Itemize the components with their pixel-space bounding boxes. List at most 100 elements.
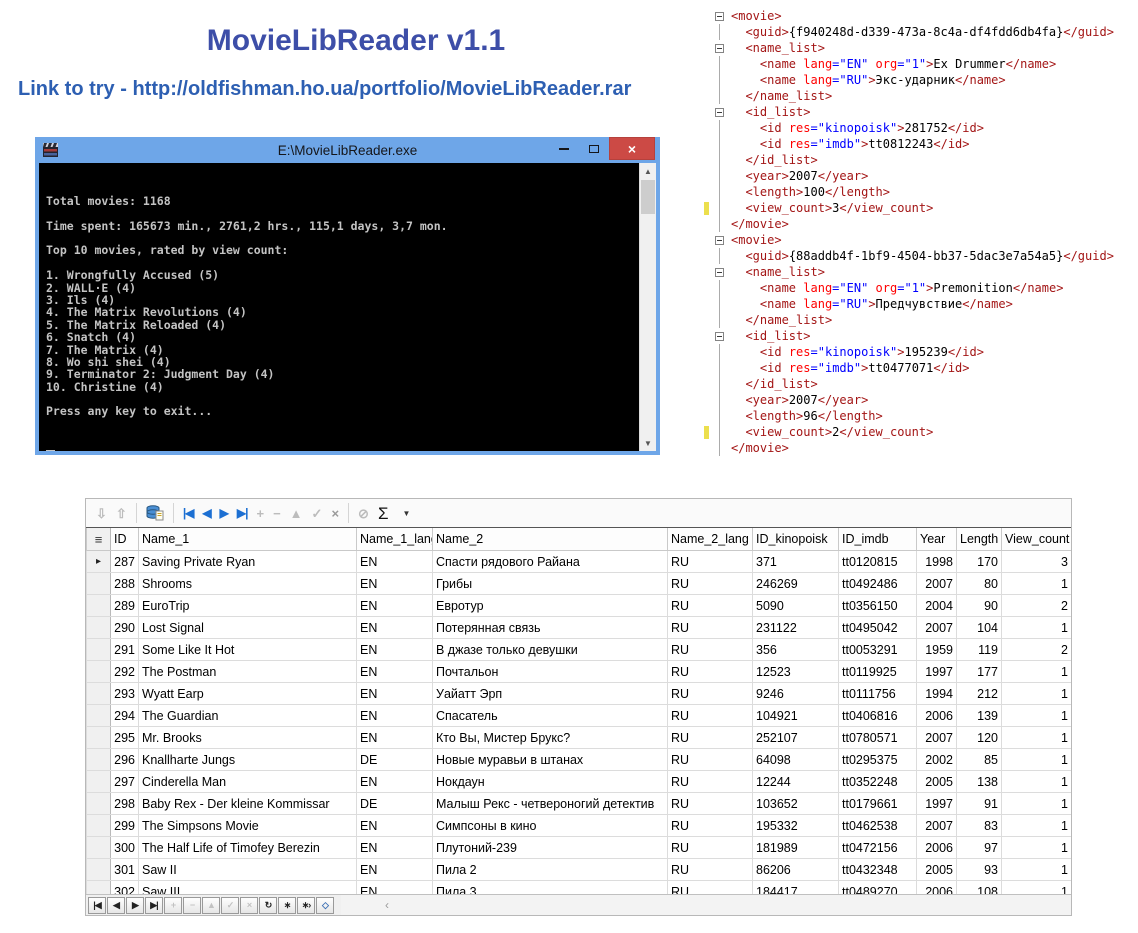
table-cell-name_2_lang[interactable]: RU xyxy=(668,595,753,617)
table-cell-name_2[interactable]: Спасти рядового Райана xyxy=(433,551,668,573)
table-cell-name_2_lang[interactable]: RU xyxy=(668,837,753,859)
table-cell-id_imdb[interactable]: tt0111756 xyxy=(839,683,917,705)
fold-toggle-icon[interactable] xyxy=(712,8,726,24)
download-link[interactable]: Link to try - http://oldfishman.ho.ua/po… xyxy=(0,78,712,101)
table-cell-id_imdb[interactable]: tt0495042 xyxy=(839,617,917,639)
next-record-icon[interactable]: ▶ xyxy=(220,507,228,519)
table-cell-view_count[interactable]: 1 xyxy=(1002,683,1072,705)
table-cell-name_1[interactable]: Saw III xyxy=(139,881,357,895)
table-cell-id_kinopoisk[interactable]: 246269 xyxy=(753,573,839,595)
table-row[interactable]: 302Saw IIIENПила 3RU184417tt048927020061… xyxy=(87,881,1072,895)
table-cell-name_1[interactable]: Saw II xyxy=(139,859,357,881)
table-cell-year[interactable]: 1997 xyxy=(917,661,957,683)
maximize-button[interactable] xyxy=(579,137,609,161)
table-cell-view_count[interactable]: 2 xyxy=(1002,639,1072,661)
bookmark-set-icon[interactable]: ∗ xyxy=(278,897,296,914)
scroll-down-icon[interactable]: ▼ xyxy=(640,435,656,451)
table-cell-view_count[interactable]: 1 xyxy=(1002,705,1072,727)
table-cell-id[interactable]: 294 xyxy=(111,705,139,727)
table-cell-id[interactable]: 290 xyxy=(111,617,139,639)
table-cell-name_1[interactable]: Shrooms xyxy=(139,573,357,595)
table-cell-name_2[interactable]: Спасатель xyxy=(433,705,668,727)
table-cell-name_1[interactable]: Saving Private Ryan xyxy=(139,551,357,573)
table-cell-name_1[interactable]: Baby Rex - Der kleine Kommissar xyxy=(139,793,357,815)
column-header-id_imdb[interactable]: ID_imdb xyxy=(839,528,917,551)
row-indicator-cell[interactable] xyxy=(87,617,111,639)
scrollbar-track[interactable] xyxy=(640,215,656,435)
table-cell-id_kinopoisk[interactable]: 9246 xyxy=(753,683,839,705)
table-cell-name_1_lang[interactable]: EN xyxy=(357,727,433,749)
table-cell-id[interactable]: 293 xyxy=(111,683,139,705)
fold-toggle-icon[interactable] xyxy=(712,104,726,120)
table-cell-name_1[interactable]: Cinderella Man xyxy=(139,771,357,793)
first-record-icon[interactable]: |◀ xyxy=(88,897,106,914)
table-cell-id_kinopoisk[interactable]: 104921 xyxy=(753,705,839,727)
table-cell-name_2[interactable]: Евротур xyxy=(433,595,668,617)
table-cell-name_2[interactable]: В джазе только девушки xyxy=(433,639,668,661)
table-cell-name_2_lang[interactable]: RU xyxy=(668,727,753,749)
table-cell-id[interactable]: 287 xyxy=(111,551,139,573)
table-cell-name_2_lang[interactable]: RU xyxy=(668,573,753,595)
row-indicator-cell[interactable] xyxy=(87,727,111,749)
xml-editor[interactable]: <movie> <guid>{f940248d-d339-473a-8c4a-d… xyxy=(704,8,1138,456)
table-cell-length[interactable]: 177 xyxy=(957,661,1002,683)
table-cell-id[interactable]: 289 xyxy=(111,595,139,617)
table-cell-name_2_lang[interactable]: RU xyxy=(668,617,753,639)
table-cell-name_1_lang[interactable]: EN xyxy=(357,771,433,793)
row-indicator-cell[interactable] xyxy=(87,705,111,727)
table-cell-year[interactable]: 2005 xyxy=(917,771,957,793)
table-row[interactable]: 300The Half Life of Timofey BerezinENПлу… xyxy=(87,837,1072,859)
table-row[interactable]: 301Saw IIENПила 2RU86206tt04323482005931 xyxy=(87,859,1072,881)
fold-toggle-icon[interactable] xyxy=(712,40,726,56)
table-cell-view_count[interactable]: 1 xyxy=(1002,837,1072,859)
table-cell-name_2_lang[interactable]: RU xyxy=(668,771,753,793)
table-cell-length[interactable]: 80 xyxy=(957,573,1002,595)
table-cell-length[interactable]: 83 xyxy=(957,815,1002,837)
row-indicator-cell[interactable] xyxy=(87,683,111,705)
first-record-icon[interactable]: |◀ xyxy=(183,507,194,519)
table-cell-length[interactable]: 85 xyxy=(957,749,1002,771)
close-button[interactable]: × xyxy=(609,137,655,160)
table-cell-id_kinopoisk[interactable]: 86206 xyxy=(753,859,839,881)
grid-horizontal-scrollbar[interactable]: ‹ xyxy=(341,895,1071,915)
table-row[interactable]: 293Wyatt EarpENУайатт ЭрпRU9246tt0111756… xyxy=(87,683,1072,705)
table-cell-id[interactable]: 291 xyxy=(111,639,139,661)
table-cell-name_1[interactable]: Mr. Brooks xyxy=(139,727,357,749)
table-cell-name_2_lang[interactable]: RU xyxy=(668,551,753,573)
table-cell-name_1[interactable]: Wyatt Earp xyxy=(139,683,357,705)
row-indicator-cell[interactable] xyxy=(87,881,111,895)
table-cell-id_imdb[interactable]: tt0119925 xyxy=(839,661,917,683)
table-cell-name_2_lang[interactable]: RU xyxy=(668,859,753,881)
table-cell-id[interactable]: 301 xyxy=(111,859,139,881)
table-cell-name_1_lang[interactable]: EN xyxy=(357,881,433,895)
table-cell-length[interactable]: 119 xyxy=(957,639,1002,661)
table-cell-name_2_lang[interactable]: RU xyxy=(668,683,753,705)
table-cell-year[interactable]: 2005 xyxy=(917,859,957,881)
table-cell-name_1[interactable]: Knallharte Jungs xyxy=(139,749,357,771)
table-cell-name_1[interactable]: Some Like It Hot xyxy=(139,639,357,661)
table-cell-name_1[interactable]: The Postman xyxy=(139,661,357,683)
row-indicator-cell[interactable] xyxy=(87,859,111,881)
table-cell-name_2[interactable]: Грибы xyxy=(433,573,668,595)
filter-erase-icon[interactable]: ◇ xyxy=(316,897,334,914)
row-indicator-cell[interactable] xyxy=(87,661,111,683)
table-cell-year[interactable]: 2007 xyxy=(917,727,957,749)
row-indicator-cell[interactable] xyxy=(87,837,111,859)
table-cell-year[interactable]: 1994 xyxy=(917,683,957,705)
table-cell-name_1[interactable]: EuroTrip xyxy=(139,595,357,617)
table-cell-name_1_lang[interactable]: EN xyxy=(357,551,433,573)
table-cell-length[interactable]: 120 xyxy=(957,727,1002,749)
table-cell-id_kinopoisk[interactable]: 5090 xyxy=(753,595,839,617)
table-cell-name_2[interactable]: Плутоний-239 xyxy=(433,837,668,859)
fold-toggle-icon[interactable] xyxy=(712,328,726,344)
table-row[interactable]: ▸287Saving Private RyanENСпасти рядового… xyxy=(87,551,1072,573)
table-cell-name_2[interactable]: Почтальон xyxy=(433,661,668,683)
table-cell-id[interactable]: 300 xyxy=(111,837,139,859)
column-header-id[interactable]: ID xyxy=(111,528,139,551)
table-cell-name_2_lang[interactable]: RU xyxy=(668,661,753,683)
row-indicator-cell[interactable] xyxy=(87,793,111,815)
table-cell-year[interactable]: 2007 xyxy=(917,573,957,595)
column-header-id_kinopoisk[interactable]: ID_kinopoisk xyxy=(753,528,839,551)
table-cell-id_imdb[interactable]: tt0489270 xyxy=(839,881,917,895)
table-cell-id[interactable]: 295 xyxy=(111,727,139,749)
